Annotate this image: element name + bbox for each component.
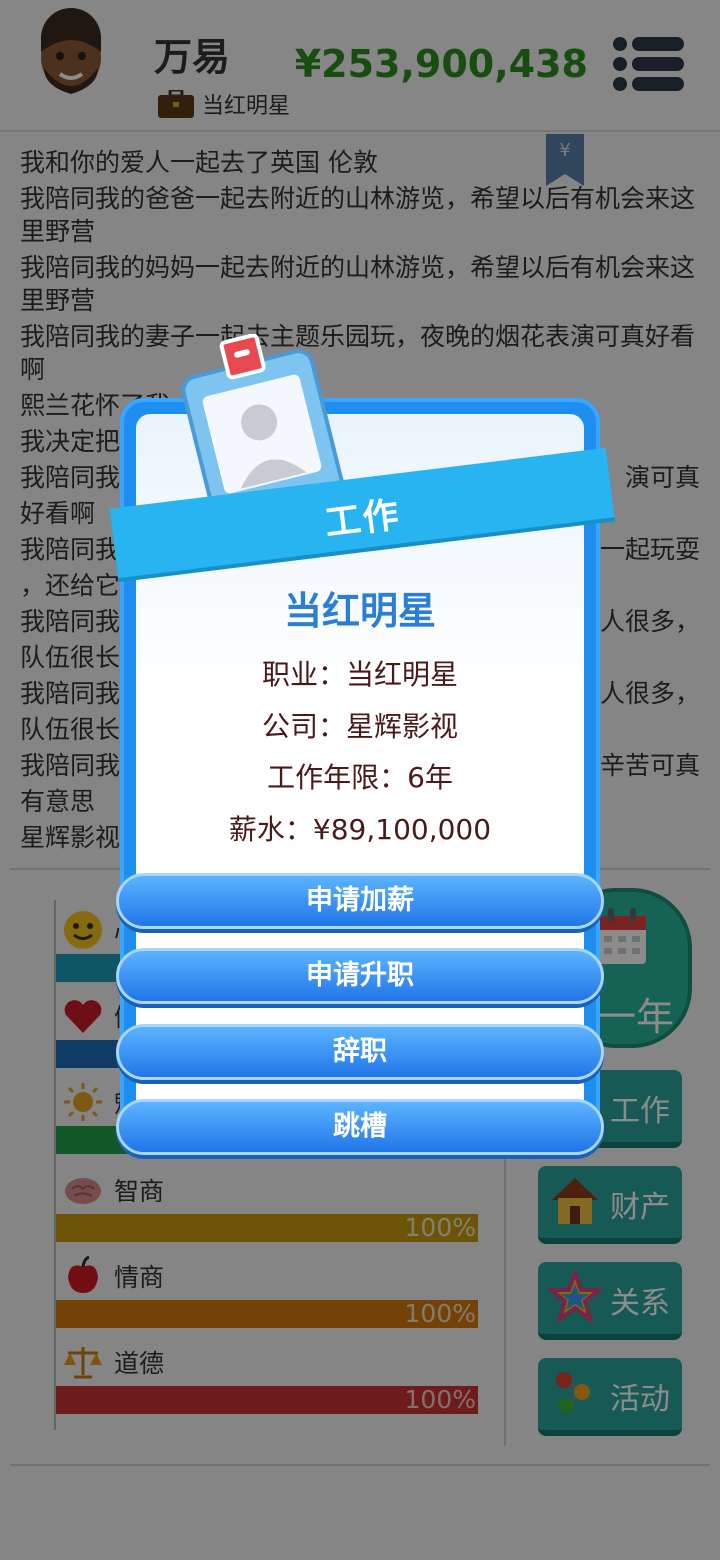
years-text: 工作年限：6年 <box>267 761 453 794</box>
job-heading: 当红明星 <box>283 589 436 633</box>
resign-button[interactable]: 辞职 <box>116 1024 604 1080</box>
job-hop-button[interactable]: 跳槽 <box>116 1099 604 1155</box>
request-raise-button[interactable]: 申请加薪 <box>116 873 604 929</box>
request-promotion-button[interactable]: 申请升职 <box>116 948 604 1004</box>
company-text: 公司：星辉影视 <box>261 710 458 743</box>
salary-text: 薪水：¥89,100,000 <box>228 813 492 846</box>
occupation-text: 职业：当红明星 <box>261 658 458 691</box>
